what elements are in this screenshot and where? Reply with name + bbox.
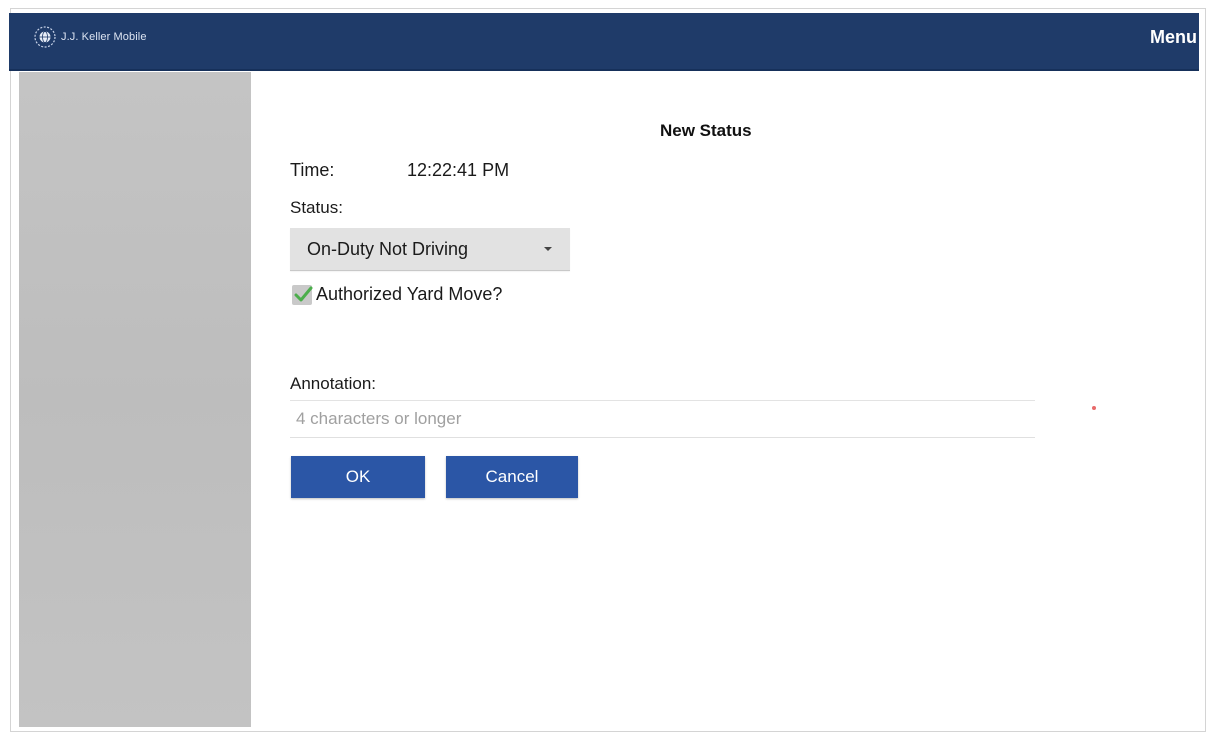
app-header: J.J. Keller Mobile Menu (9, 13, 1199, 71)
yard-move-checkbox-row[interactable]: Authorized Yard Move? (292, 284, 502, 305)
app-logo: J.J. Keller Mobile (33, 25, 147, 49)
required-indicator-icon (1092, 406, 1096, 410)
globe-logo-icon (34, 26, 56, 48)
menu-button[interactable]: Menu (1150, 27, 1197, 48)
app-name: J.J. Keller Mobile (61, 31, 147, 43)
annotation-label: Annotation: (290, 374, 377, 393)
status-selected-value: On-Duty Not Driving (307, 238, 469, 259)
dialog-title: New Status (660, 121, 752, 140)
yard-move-label: Authorized Yard Move? (316, 284, 503, 304)
time-label: Time: (290, 160, 335, 180)
status-dropdown[interactable]: On-Duty Not Driving (290, 228, 570, 271)
dropdown-caret-icon (544, 247, 552, 251)
sidebar-panel (19, 72, 251, 727)
time-value: 12:22:41 PM (407, 160, 510, 180)
yard-move-checkbox[interactable] (292, 284, 313, 305)
annotation-input[interactable] (290, 400, 1035, 438)
status-label: Status: (290, 198, 343, 217)
checkmark-icon (294, 286, 313, 301)
cancel-button[interactable]: Cancel (446, 456, 578, 498)
ok-button[interactable]: OK (291, 456, 425, 498)
